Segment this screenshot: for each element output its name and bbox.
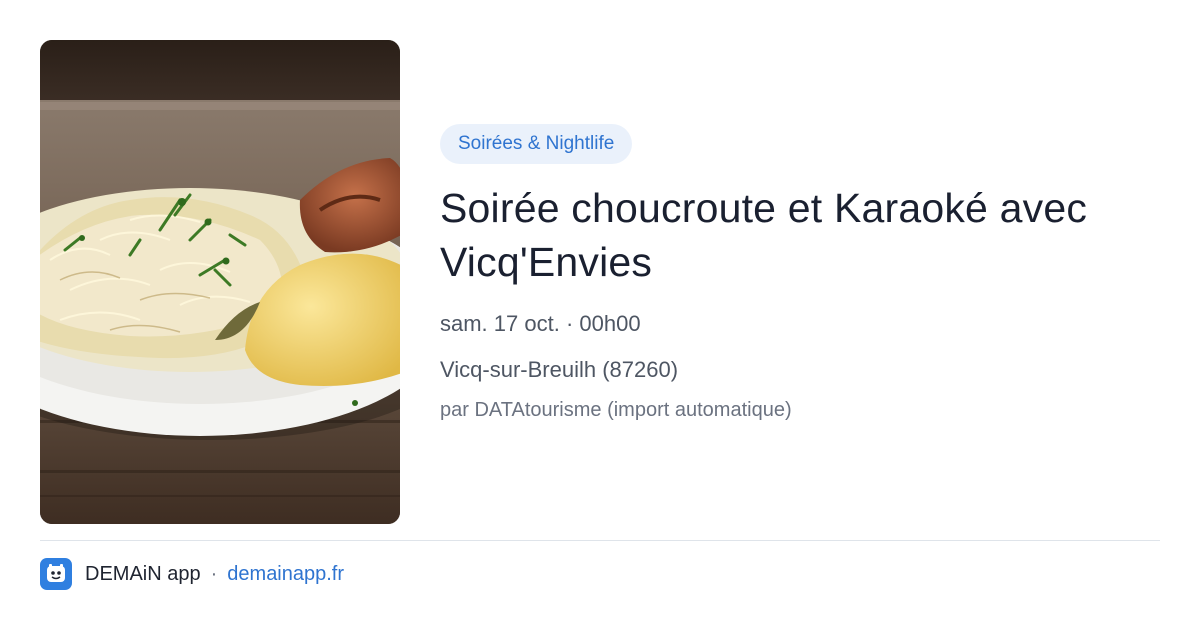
app-url-link[interactable]: demainapp.fr xyxy=(227,563,344,586)
event-date: sam. 17 oct. · 00h00 xyxy=(440,311,641,336)
sauerkraut-dish-photo xyxy=(40,40,400,524)
event-info: Soirées & Nightlife Soirée choucroute et… xyxy=(440,124,1160,424)
footer-divider xyxy=(40,540,1160,541)
event-location: Vicq-sur-Breuilh (87260) xyxy=(440,357,679,382)
demain-app-logo-icon[interactable] xyxy=(40,558,72,590)
footer: DEMAiN app · demainapp.fr xyxy=(40,558,344,590)
app-name: DEMAiN app xyxy=(85,562,201,585)
event-author: par DATAtourisme (import automatique) xyxy=(440,399,792,421)
footer-separator: · xyxy=(210,562,218,585)
event-title[interactable]: Soirée choucroute et Karaoké avec Vicq'E… xyxy=(440,181,1160,289)
event-image xyxy=(40,40,400,524)
event-card[interactable]: Soirées & Nightlife Soirée choucroute et… xyxy=(40,40,1160,524)
category-badge[interactable]: Soirées & Nightlife xyxy=(440,124,633,164)
